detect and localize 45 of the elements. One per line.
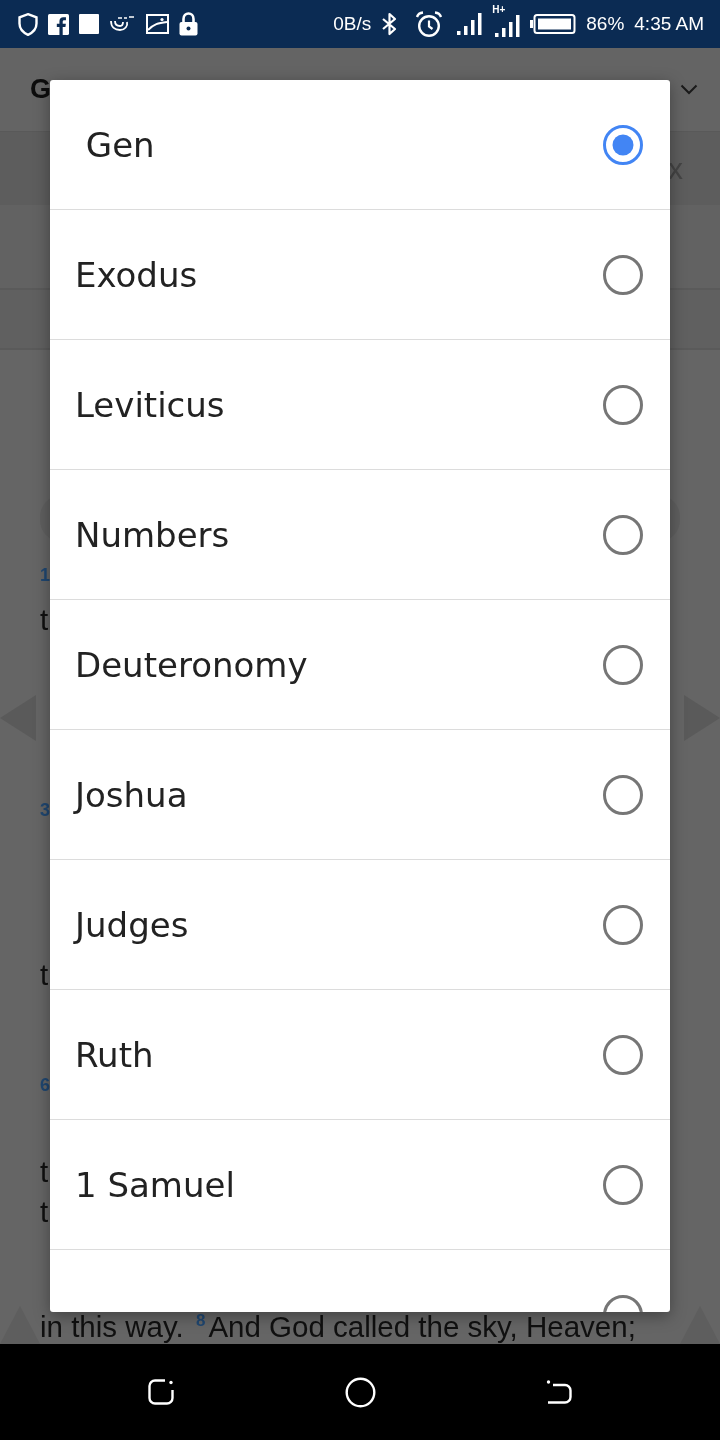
lock-icon (179, 12, 198, 36)
back-icon[interactable] (545, 1379, 573, 1405)
signal-icon (457, 12, 483, 36)
swirl-logo-icon (109, 15, 136, 33)
battery-percent: 86% (586, 13, 625, 35)
chevron-down-icon[interactable] (680, 84, 698, 95)
radio-button[interactable] (603, 1034, 643, 1075)
verse-number: 6 (40, 1074, 50, 1097)
facebook-icon (48, 13, 69, 35)
verse-text: t (40, 1158, 49, 1186)
alarm-clock-icon (415, 10, 444, 38)
battery-icon (530, 14, 577, 34)
book-option[interactable]: Leviticus (75, 384, 225, 425)
network-speed: 0B/s (333, 13, 372, 35)
shield-icon (18, 12, 38, 36)
verse-text: t (40, 961, 49, 989)
verse-text: in this way. $^{8}$And God called the sky, Heaven; (40, 1313, 636, 1344)
verse-number: 3 (40, 799, 50, 822)
radio-button[interactable] (603, 124, 643, 165)
radio-button[interactable] (603, 1164, 643, 1205)
clock-time: 4:35 AM (634, 13, 704, 35)
book-option[interactable]: Gen (75, 124, 155, 165)
radio-button[interactable] (603, 384, 643, 425)
book-option[interactable]: Exodus (75, 254, 198, 295)
network-type: H+ (492, 5, 506, 15)
picture-icon (146, 14, 169, 34)
book-option[interactable]: 1 Samuel (75, 1164, 235, 1205)
radio-button[interactable] (603, 904, 643, 945)
verse-number: 1 (40, 564, 50, 587)
radio-button[interactable] (603, 774, 643, 815)
book-option[interactable]: Deuteronomy (75, 644, 308, 685)
recent-apps-icon[interactable] (147, 1378, 175, 1406)
book-option[interactable]: Ruth (75, 1034, 154, 1075)
square-icon (79, 14, 99, 34)
book-option[interactable]: Judges (75, 904, 189, 945)
radio-button[interactable] (603, 514, 643, 555)
home-icon[interactable] (344, 1376, 376, 1408)
verse-text: t (40, 606, 49, 634)
radio-button[interactable] (603, 644, 643, 685)
verse-text: t (40, 1198, 49, 1226)
book-option[interactable]: Joshua (75, 774, 188, 815)
radio-button[interactable] (603, 254, 643, 295)
signal-icon (492, 14, 521, 38)
book-option[interactable]: Numbers (75, 514, 230, 555)
bluetooth-icon (381, 12, 399, 36)
